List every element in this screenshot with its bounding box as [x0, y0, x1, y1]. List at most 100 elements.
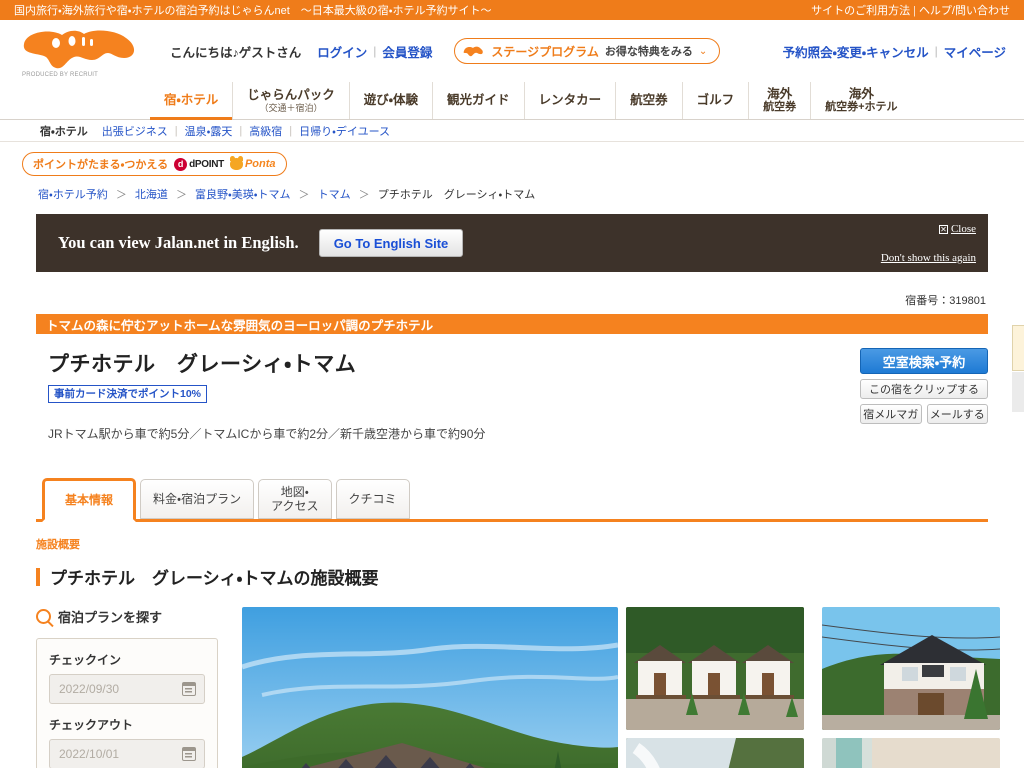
hotel-title-block: プチホテル グレーシィ・トマム 事前カード決済でポイント10% JRトマム駅から…: [36, 334, 988, 442]
subnav-divider: |: [289, 124, 293, 137]
gnav-label: 航空券: [630, 93, 668, 108]
stage-program-sub: お得な特典をみる: [604, 46, 693, 58]
site-header: PRODUCED BY RECRUIT こんにちは♪ゲストさん ログイン | 会…: [0, 20, 1024, 82]
gnav-sublabel: 航空券: [763, 101, 797, 114]
point-program-button[interactable]: ポイントがたまる・つかえる d dPOINT Ponta: [22, 152, 287, 176]
gnav-sublabel: 航空券+ホテル: [825, 101, 898, 114]
gnav-item-activity[interactable]: 遊び・体験: [348, 82, 432, 119]
register-link[interactable]: 会員登録: [382, 42, 432, 61]
thumbnail-0[interactable]: [626, 607, 804, 731]
subnav-item-dayuse[interactable]: 日帰り・デイユース: [299, 123, 390, 139]
dpoint-logo: d dPOINT: [174, 157, 224, 171]
breadcrumb-arrow: ＞: [175, 189, 187, 201]
plan-search-heading: 宿泊プランを探す: [36, 607, 218, 626]
help-contact-link[interactable]: ヘルプ/問い合わせ: [919, 5, 1010, 17]
badge-row: 事前カード決済でポイント10%: [36, 384, 988, 404]
detail-tabs: 基本情報 料金・宿泊プラン 地図・ アクセス クチコミ: [36, 478, 988, 523]
subnav-divider: |: [239, 124, 243, 137]
point-program-label: ポイントがたまる・つかえる: [33, 159, 169, 171]
status-badge: 事前カード決済でポイント10%: [48, 385, 208, 404]
global-navigation: 宿・ホテル じゃらんパック （交通＋宿泊） 遊び・体験 観光ガイド レンタカー …: [0, 82, 1024, 120]
right-edge-scroll-area: [1012, 372, 1024, 412]
gnav-label: 海外: [767, 86, 793, 101]
gnav-label: レンタカー: [538, 93, 602, 108]
thumbnail-image-cottages: [626, 607, 804, 731]
page-title: プチホテル グレーシィ・トマム: [48, 353, 357, 376]
plan-search-heading-text: 宿泊プランを探す: [58, 610, 163, 626]
thumbnail-1[interactable]: [822, 607, 1000, 731]
tab-map-access[interactable]: 地図・ アクセス: [258, 479, 332, 520]
checkin-input[interactable]: 2022/09/30: [49, 674, 205, 705]
mypage-link[interactable]: マイページ: [944, 42, 1006, 61]
gnav-item-sightseeing[interactable]: 観光ガイド: [432, 82, 524, 119]
dpoint-label: dPOINT: [189, 158, 224, 170]
jalan-logo[interactable]: PRODUCED BY RECRUIT: [16, 26, 148, 78]
section-title: プチホテル グレーシィ・トマムの施設概要: [36, 564, 1024, 589]
ponta-label: Ponta: [244, 158, 276, 170]
gnav-item-hotel[interactable]: 宿・ホテル: [150, 82, 233, 120]
section-label: 施設概要: [36, 539, 80, 552]
right-edge-tab[interactable]: [1012, 325, 1024, 371]
checkout-input[interactable]: 2022/10/01: [49, 739, 205, 768]
gnav-item-overseas-air-hotel[interactable]: 海外 航空券+ホテル: [810, 82, 911, 119]
gnav-item-jalan-pack[interactable]: じゃらんパック （交通＋宿泊）: [232, 82, 349, 119]
chevron-down-icon: ⌄: [698, 45, 708, 57]
search-reserve-button[interactable]: 空室検索・予約: [860, 348, 988, 374]
send-mail-button[interactable]: メールする: [926, 404, 988, 424]
ponta-logo: Ponta: [229, 156, 276, 170]
gnav-item-golf[interactable]: ゴルフ: [681, 82, 749, 119]
gnav-item-airticket[interactable]: 航空券: [615, 82, 682, 119]
breadcrumb-item-1[interactable]: 北海道: [135, 189, 168, 201]
banner-close-button[interactable]: ✕ Close: [938, 223, 976, 235]
gnav-label: 遊び・体験: [363, 93, 419, 108]
dont-show-again-link[interactable]: Don't show this again: [881, 252, 976, 264]
reservation-inquiry-link[interactable]: 予約照会・変更・キャンセル: [783, 42, 929, 61]
go-to-english-site-button[interactable]: Go To English Site: [318, 229, 464, 257]
checkin-label: チェックイン: [49, 653, 122, 668]
tab-reviews[interactable]: クチコミ: [335, 479, 410, 520]
subnav-current: 宿・ホテル: [40, 125, 88, 138]
close-icon: ✕: [938, 224, 948, 234]
subnav-item-onsen[interactable]: 温泉・露天: [185, 123, 233, 139]
subnav-item-luxury[interactable]: 高級宿: [249, 123, 282, 139]
calendar-icon[interactable]: [182, 682, 196, 697]
title-accent-bar: [36, 567, 40, 586]
gnav-item-rentacar[interactable]: レンタカー: [523, 82, 616, 119]
site-usage-link[interactable]: サイトのご利用方法: [811, 5, 910, 17]
english-site-banner: You can view Jalan.net in English. Go To…: [36, 214, 988, 272]
calendar-icon[interactable]: [182, 747, 196, 762]
thumbnail-3[interactable]: [822, 738, 1000, 768]
hotel-action-buttons: 空室検索・予約 この宿をクリップする 宿メルマガ メールする: [860, 348, 988, 424]
gnav-item-overseas-air[interactable]: 海外 航空券: [748, 82, 810, 119]
tab-basic-info[interactable]: 基本情報: [42, 478, 137, 523]
plan-search-sidebar: 宿泊プランを探す チェックイン 2022/09/30 チェックアウト 2022/…: [36, 607, 218, 768]
hotel-number: 宿番号：319801: [905, 295, 986, 307]
secondary-action-row: 宿メルマガ メールする: [860, 404, 988, 424]
thumbnail-image-guestroom: [822, 738, 1000, 768]
sub-navigation: 宿・ホテル 出張ビジネス | 温泉・露天 | 高級宿 | 日帰り・デイユース: [0, 120, 1024, 142]
breadcrumb: 宿・ホテル予約 ＞ 北海道 ＞ 富良野・美瑛・トマム ＞ トマム ＞ プチホテル…: [0, 176, 1024, 202]
point-program-row: ポイントがたまる・つかえる d dPOINT Ponta: [0, 142, 1024, 176]
checkout-value: 2022/10/01: [59, 747, 120, 762]
stage-program-label: ステージプログラム: [491, 44, 599, 59]
breadcrumb-item-3[interactable]: トマム: [318, 189, 351, 201]
login-link[interactable]: ログイン: [317, 42, 367, 61]
header-separator: |: [373, 44, 377, 58]
breadcrumb-item-0[interactable]: 宿・ホテル予約: [38, 189, 108, 201]
tab-price-plan[interactable]: 料金・宿泊プラン: [140, 479, 255, 520]
main-content: 宿泊プランを探す チェックイン 2022/09/30 チェックアウト 2022/…: [36, 607, 1024, 768]
subnav-item-business[interactable]: 出張ビジネス: [102, 123, 168, 139]
stage-program-button[interactable]: ステージプログラム お得な特典をみる ⌄: [454, 38, 721, 64]
breadcrumb-item-2[interactable]: 富良野・美瑛・トマム: [195, 189, 290, 201]
header-right-separator: |: [934, 44, 938, 58]
mail-magazine-button[interactable]: 宿メルマガ: [860, 404, 922, 424]
access-description: JRトマム駅から車で約5分／トマムICから車で約2分／新千歳空港から車で約90分: [48, 427, 486, 442]
gnav-label: じゃらんパック: [247, 88, 335, 103]
main-photo[interactable]: [242, 607, 618, 768]
english-banner-message: You can view Jalan.net in English.: [58, 233, 299, 252]
gnav-sublabel: （交通＋宿泊）: [259, 102, 323, 113]
clip-hotel-button[interactable]: この宿をクリップする: [860, 379, 988, 399]
gnav-label: 宿・ホテル: [164, 93, 219, 108]
thumbnail-2[interactable]: [626, 738, 804, 768]
checkin-value: 2022/09/30: [59, 682, 120, 697]
